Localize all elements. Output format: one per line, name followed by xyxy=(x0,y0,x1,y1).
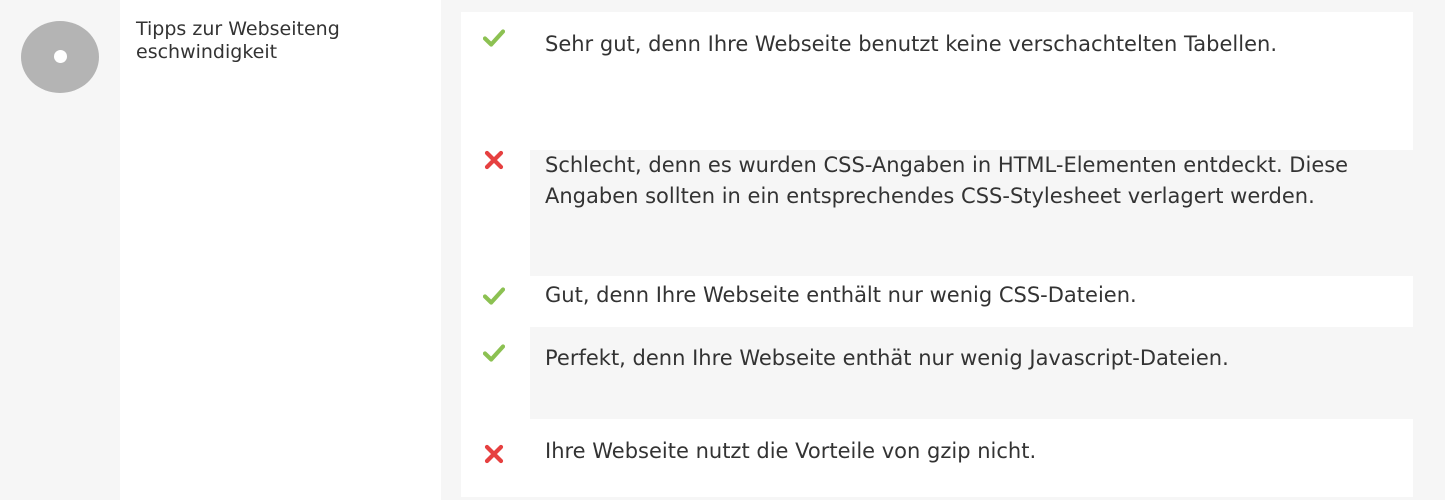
section-title: Tipps zur Webseiteng eschwindigkeit xyxy=(136,18,340,63)
circle-dot-icon xyxy=(21,21,99,93)
list-item: Perfekt, denn Ihre Webseite enthät nur w… xyxy=(461,327,1413,419)
list-item: Ihre Webseite nutzt die Vorteile von gzi… xyxy=(461,419,1413,497)
check-icon xyxy=(483,342,505,364)
cross-icon xyxy=(483,149,505,171)
title-column: Tipps zur Webseiteng eschwindigkeit xyxy=(120,0,441,500)
tips-column: Sehr gut, denn Ihre Webseite benutzt kei… xyxy=(441,0,1445,500)
cross-icon xyxy=(483,443,505,465)
tips-list: Sehr gut, denn Ihre Webseite benutzt kei… xyxy=(461,12,1413,497)
tip-text: Ihre Webseite nutzt die Vorteile von gzi… xyxy=(545,439,1037,463)
list-item: Sehr gut, denn Ihre Webseite benutzt kei… xyxy=(461,12,1413,105)
status-dot xyxy=(54,50,67,63)
status-column xyxy=(0,0,120,500)
list-item: Schlecht, denn es wurden CSS-Angaben in … xyxy=(461,150,1413,276)
tip-text: Perfekt, denn Ihre Webseite enthät nur w… xyxy=(530,327,1413,419)
tip-text: Sehr gut, denn Ihre Webseite benutzt kei… xyxy=(545,32,1277,56)
check-icon xyxy=(483,285,505,307)
speed-tips-section: Tipps zur Webseiteng eschwindigkeit Sehr… xyxy=(0,0,1445,500)
check-icon xyxy=(483,27,505,49)
tip-text: Schlecht, denn es wurden CSS-Angaben in … xyxy=(530,150,1413,276)
